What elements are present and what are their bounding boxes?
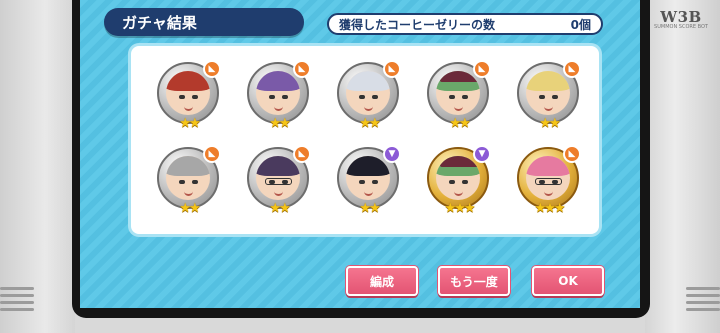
results-grid: ◣ ★★ ◣ ★★ ◣ ★★ ◣ ★★ ◣ ★★ ◣ ★★ ◣ ★★ ▼ ★★ ▼ ★★★ ◣ ★★★ [145,58,595,228]
result-character-card[interactable]: ▼ ★★ [325,143,415,228]
eye-left [179,95,185,99]
device-frame-left [0,0,75,333]
result-character-card[interactable]: ◣ ★★★ [505,143,595,228]
character-portrait [166,71,210,115]
glasses-shape [535,178,562,185]
rarity-stars-icon: ★★ [269,201,290,216]
character-portrait [346,156,390,200]
eye-right [372,180,378,184]
result-character-card[interactable]: ▼ ★★★ [415,143,505,228]
rarity-stars-icon: ★★ [449,116,470,131]
eye-left [359,180,365,184]
eye-right [192,180,198,184]
hair-shape [346,156,390,176]
attribute-badge-icon: ◣ [203,60,221,78]
game-screen: ガチャ結果 獲得したコーヒーゼリーの数 0個 ◣ ★★ ◣ ★★ ◣ ★★ ◣ ★★ ◣ ★★ ◣ ★… [72,0,650,318]
character-portrait [256,156,300,200]
title-tab: ガチャ結果 [104,8,304,36]
mouth-shape [274,190,283,196]
eye-left [269,95,275,99]
edit-team-button[interactable]: 編成 [346,266,418,296]
attribute-badge-icon: ◣ [473,60,491,78]
eye-right [192,95,198,99]
mouth-shape [544,190,553,196]
hair-shape [166,71,210,91]
attribute-badge-icon: ◣ [293,145,311,163]
speaker-grille-right [686,283,720,315]
ok-button[interactable]: OK [532,266,604,296]
hair-shape [256,156,300,176]
character-portrait [436,156,480,200]
eye-left [359,95,365,99]
character-portrait [166,156,210,200]
eye-left [539,95,545,99]
speaker-grille-left [0,283,34,315]
character-portrait [346,71,390,115]
hair-shape [346,71,390,91]
counter-value: 0個 [570,17,591,32]
rarity-stars-icon: ★★ [179,116,200,131]
eye-right [552,95,558,99]
eye-right [282,95,288,99]
character-portrait [256,71,300,115]
eye-right [462,95,468,99]
attribute-badge-icon: ▼ [383,145,401,163]
hair-shape [526,71,570,91]
hair-shape [166,156,210,176]
coffee-jelly-counter: 獲得したコーヒーゼリーの数 0個 [327,13,603,35]
mouth-shape [544,105,553,111]
mouth-shape [364,105,373,111]
mouth-shape [184,190,193,196]
device-frame-right [645,0,720,333]
mouth-shape [454,105,463,111]
results-board: ◣ ★★ ◣ ★★ ◣ ★★ ◣ ★★ ◣ ★★ ◣ ★★ ◣ ★★ ▼ ★★ ▼ ★★★ ◣ ★★★ [131,46,599,234]
rarity-stars-icon: ★★ [269,116,290,131]
hair-shape [256,71,300,91]
character-portrait [526,71,570,115]
glasses-shape [265,178,292,185]
attribute-badge-icon: ◣ [293,60,311,78]
result-character-card[interactable]: ◣ ★★ [415,58,505,143]
result-character-card[interactable]: ◣ ★★ [145,58,235,143]
attribute-badge-icon: ◣ [383,60,401,78]
counter-label: 獲得したコーヒーゼリーの数 [339,17,496,32]
result-character-card[interactable]: ◣ ★★ [235,143,325,228]
eye-left [179,180,185,184]
character-portrait [436,71,480,115]
attribute-badge-icon: ▼ [473,145,491,163]
eye-left [449,95,455,99]
result-character-card[interactable]: ◣ ★★ [145,143,235,228]
rarity-stars-icon: ★★ [359,116,380,131]
character-portrait [526,156,570,200]
roll-again-button[interactable]: もう一度 [438,266,510,296]
brand-logo: W3B SUMMON SCORE BOT [650,8,712,30]
result-character-card[interactable]: ◣ ★★ [235,58,325,143]
eye-left [449,180,455,184]
gacha-result-panel: ガチャ結果 獲得したコーヒーゼリーの数 0個 ◣ ★★ ◣ ★★ ◣ ★★ ◣ ★★ ◣ ★★ ◣ ★… [80,0,640,308]
mouth-shape [364,190,373,196]
result-character-card[interactable]: ◣ ★★ [505,58,595,143]
mouth-shape [184,105,193,111]
eye-right [372,95,378,99]
hair-shape [526,156,570,176]
page-title: ガチャ結果 [122,13,197,32]
attribute-badge-icon: ◣ [563,145,581,163]
result-character-card[interactable]: ◣ ★★ [325,58,415,143]
rarity-stars-icon: ★★★ [444,201,476,216]
attribute-badge-icon: ◣ [203,145,221,163]
eye-right [462,180,468,184]
brand-tagline: SUMMON SCORE BOT [654,24,708,30]
rarity-stars-icon: ★★★ [534,201,566,216]
mouth-shape [454,190,463,196]
rarity-stars-icon: ★★ [179,201,200,216]
rarity-stars-icon: ★★ [359,201,380,216]
attribute-badge-icon: ◣ [563,60,581,78]
rarity-stars-icon: ★★ [539,116,560,131]
mouth-shape [274,105,283,111]
